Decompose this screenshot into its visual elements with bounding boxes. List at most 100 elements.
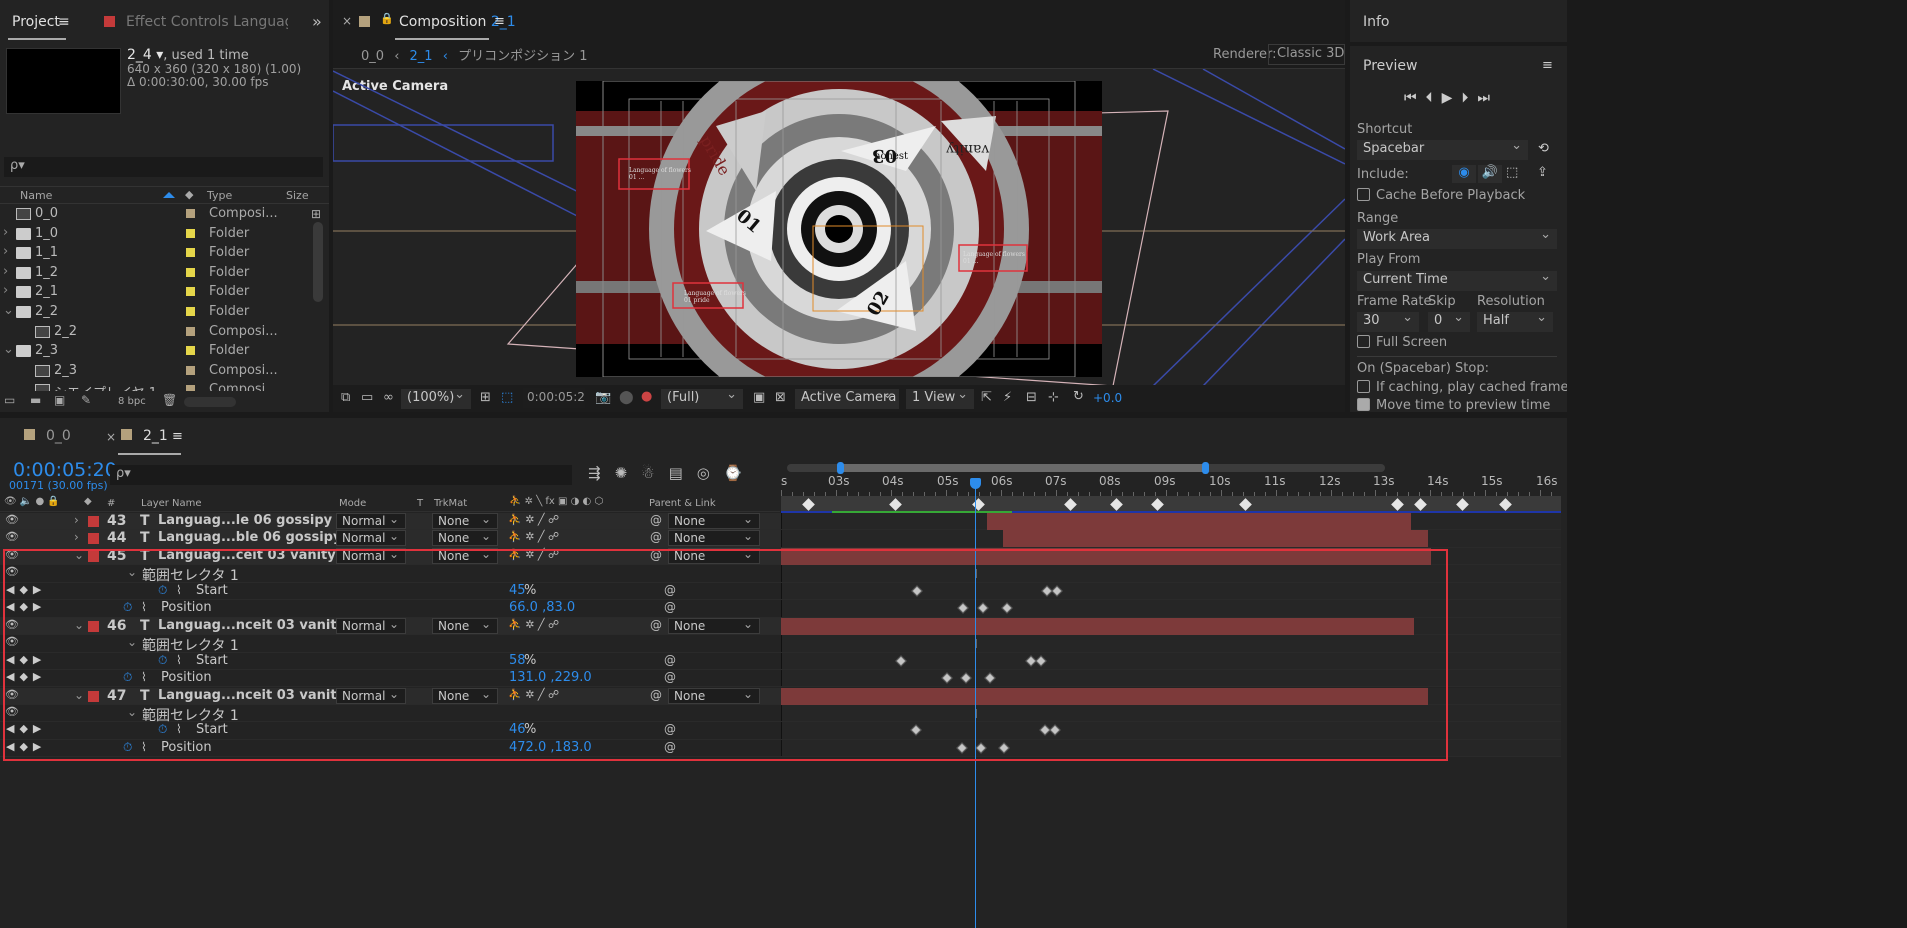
monitor-icon[interactable]: ▭ bbox=[361, 390, 373, 405]
current-time-display[interactable]: 0:00:05:20 bbox=[523, 388, 585, 408]
expand-arrow-icon[interactable]: › bbox=[3, 225, 8, 240]
channel-icon[interactable]: ● bbox=[641, 389, 652, 404]
full-screen-checkbox[interactable]: Full Screen bbox=[1357, 335, 1447, 350]
new-folder-icon[interactable]: ▬ bbox=[30, 393, 41, 407]
interpret-footage-icon[interactable]: ▭ bbox=[4, 393, 15, 407]
col-layer-name[interactable]: Layer Name bbox=[141, 498, 202, 509]
col-type[interactable]: Type bbox=[207, 189, 232, 202]
blend-mode-select[interactable]: Normal bbox=[336, 512, 406, 529]
expand-arrow-icon[interactable]: › bbox=[74, 530, 79, 544]
layer-label-color[interactable] bbox=[88, 533, 99, 545]
item-name[interactable]: 2_4 ▾, used 1 time bbox=[127, 47, 249, 63]
flowchart-icon[interactable]: ⊞ bbox=[311, 207, 321, 221]
current-time-head[interactable] bbox=[970, 478, 981, 489]
parent-select[interactable]: None bbox=[668, 529, 760, 547]
blend-mode-select[interactable]: Normal bbox=[336, 529, 406, 547]
label-color-swatch[interactable] bbox=[186, 326, 195, 336]
toggle-pixel-icon[interactable]: ⇱ bbox=[981, 390, 992, 405]
export-icon[interactable]: ⇪ bbox=[1537, 165, 1548, 180]
range-select[interactable]: Work Area bbox=[1357, 227, 1557, 249]
preview-title[interactable]: Preview bbox=[1363, 58, 1418, 74]
visibility-eye-icon[interactable]: 👁 bbox=[5, 513, 19, 526]
motion-blur-icon[interactable]: ◎ bbox=[697, 464, 724, 482]
label-color-swatch[interactable] bbox=[186, 248, 195, 258]
resolution-select[interactable]: (Full) bbox=[661, 387, 743, 409]
frame-blend-icon[interactable]: ▤ bbox=[669, 464, 697, 482]
roi-icon[interactable]: ⬚ bbox=[501, 390, 513, 405]
col-trkmat[interactable]: TrkMat bbox=[434, 498, 467, 509]
project-item[interactable]: › 1_1 Folder bbox=[0, 244, 310, 263]
preview-menu-icon[interactable]: ≡ bbox=[1542, 58, 1553, 73]
layer-duration-bar[interactable] bbox=[1003, 530, 1428, 548]
expand-arrow-icon[interactable]: › bbox=[3, 264, 8, 279]
col-name[interactable]: Name bbox=[20, 189, 52, 202]
label-icon[interactable]: ◆ bbox=[84, 496, 92, 507]
expand-arrow-icon[interactable]: › bbox=[74, 513, 79, 527]
reset-exposure-icon[interactable]: ↻ bbox=[1073, 389, 1084, 404]
if-caching-checkbox[interactable]: If caching, play cached frames bbox=[1357, 380, 1575, 395]
panel-overflow-icon[interactable]: » bbox=[312, 12, 322, 31]
vr-icon[interactable]: ∞ bbox=[383, 390, 394, 405]
expand-arrow-icon[interactable]: ⌄ bbox=[3, 303, 14, 318]
pick-whip-icon[interactable]: @ bbox=[650, 513, 662, 527]
pick-whip-icon[interactable]: @ bbox=[650, 530, 662, 544]
project-item[interactable]: › 2_1 Folder bbox=[0, 283, 310, 302]
move-time-checkbox[interactable]: Move time to preview time bbox=[1357, 398, 1550, 413]
project-item[interactable]: 2_3 Composi... bbox=[0, 362, 310, 381]
dependencies-icon[interactable]: ✎ bbox=[81, 393, 91, 407]
visibility-eye-icon[interactable]: 👁 bbox=[5, 530, 19, 543]
col-mode[interactable]: Mode bbox=[339, 498, 366, 509]
tab-project[interactable]: Project bbox=[12, 14, 60, 30]
expand-arrow-icon[interactable]: ⌄ bbox=[3, 342, 14, 357]
parent-select[interactable]: None bbox=[668, 512, 760, 529]
panel-menu-icon[interactable]: ≡ bbox=[58, 14, 70, 30]
breadcrumb-precomp[interactable]: プリコンポジション 1 bbox=[458, 49, 587, 64]
view-layout-select[interactable]: 1 View bbox=[906, 387, 974, 409]
close-tab-icon[interactable]: × bbox=[342, 14, 352, 28]
work-area-end-handle[interactable] bbox=[1202, 462, 1209, 474]
comp-flowchart-icon[interactable]: ⇶ bbox=[588, 464, 615, 482]
timeline-menu-icon[interactable]: ≡ bbox=[172, 429, 183, 444]
prev-frame-icon[interactable]: ⏴ bbox=[1426, 90, 1442, 106]
trash-icon[interactable]: 🗑 bbox=[162, 393, 177, 407]
breadcrumb-0_0[interactable]: 0_0 bbox=[361, 49, 384, 64]
bpc-label[interactable]: 8 bpc bbox=[118, 396, 146, 407]
play-from-select[interactable]: Current Time bbox=[1357, 269, 1557, 291]
info-title[interactable]: Info bbox=[1363, 14, 1390, 30]
label-color-swatch[interactable] bbox=[186, 346, 195, 356]
project-scrollbar[interactable] bbox=[313, 222, 323, 302]
reset-icon[interactable]: ⟲ bbox=[1538, 141, 1549, 156]
work-area-range[interactable] bbox=[840, 464, 1206, 472]
tab-0_0[interactable]: 0_0 bbox=[46, 428, 71, 444]
include-overlays-icon[interactable]: ⬚ bbox=[1506, 165, 1518, 180]
include-audio-icon[interactable]: 🔊 bbox=[1478, 165, 1502, 183]
transparency-grid-icon[interactable]: ▣ bbox=[753, 390, 765, 405]
draft-3d-icon[interactable]: ✺ bbox=[615, 464, 642, 482]
breadcrumb-2_1[interactable]: 2_1 bbox=[409, 49, 433, 64]
flowchart-view-icon[interactable]: ⊹ bbox=[1048, 390, 1059, 405]
label-color-swatch[interactable] bbox=[186, 307, 195, 316]
layer-label-color[interactable] bbox=[88, 516, 99, 527]
layer-switches[interactable]: ⛹ ✲ ╱ ☍ bbox=[508, 513, 559, 526]
track-matte-select[interactable]: None bbox=[432, 529, 498, 547]
work-area-start-handle[interactable] bbox=[837, 462, 844, 474]
layer-name[interactable]: Languag...ble 06 gossipy bbox=[158, 530, 341, 545]
project-item[interactable]: シエイプレイヤ 1 Composi... bbox=[0, 381, 310, 391]
label-color-swatch[interactable] bbox=[186, 267, 195, 277]
exposure-value[interactable]: +0.0 bbox=[1093, 391, 1122, 405]
close-timeline-tab-icon[interactable]: × bbox=[106, 430, 116, 444]
project-item[interactable]: ⌄ 2_2 Folder bbox=[0, 303, 310, 322]
label-color-swatch[interactable] bbox=[186, 365, 195, 375]
graph-editor-icon[interactable]: ⌚ bbox=[724, 464, 757, 482]
viewer[interactable]: Active Camera pride vanity 01 02 03 hone… bbox=[333, 68, 1345, 385]
col-parent[interactable]: Parent & Link bbox=[649, 498, 716, 509]
last-frame-icon[interactable]: ⏭ bbox=[1477, 90, 1499, 106]
fast-preview-icon[interactable]: ⚡ bbox=[1003, 390, 1012, 405]
renderer-button[interactable]: Classic 3D bbox=[1268, 44, 1345, 65]
layer-row[interactable]: 👁 › 43 T Languag...le 06 gossipy 2Normal None… bbox=[0, 512, 1561, 531]
next-frame-icon[interactable]: ⏵ bbox=[1461, 90, 1477, 106]
zoom-select[interactable]: (100%) bbox=[401, 387, 471, 409]
lock-icon[interactable]: 🔒 bbox=[380, 12, 394, 25]
expand-arrow-icon[interactable]: › bbox=[3, 244, 8, 259]
snapshot-icon[interactable]: 📷 bbox=[595, 390, 611, 405]
